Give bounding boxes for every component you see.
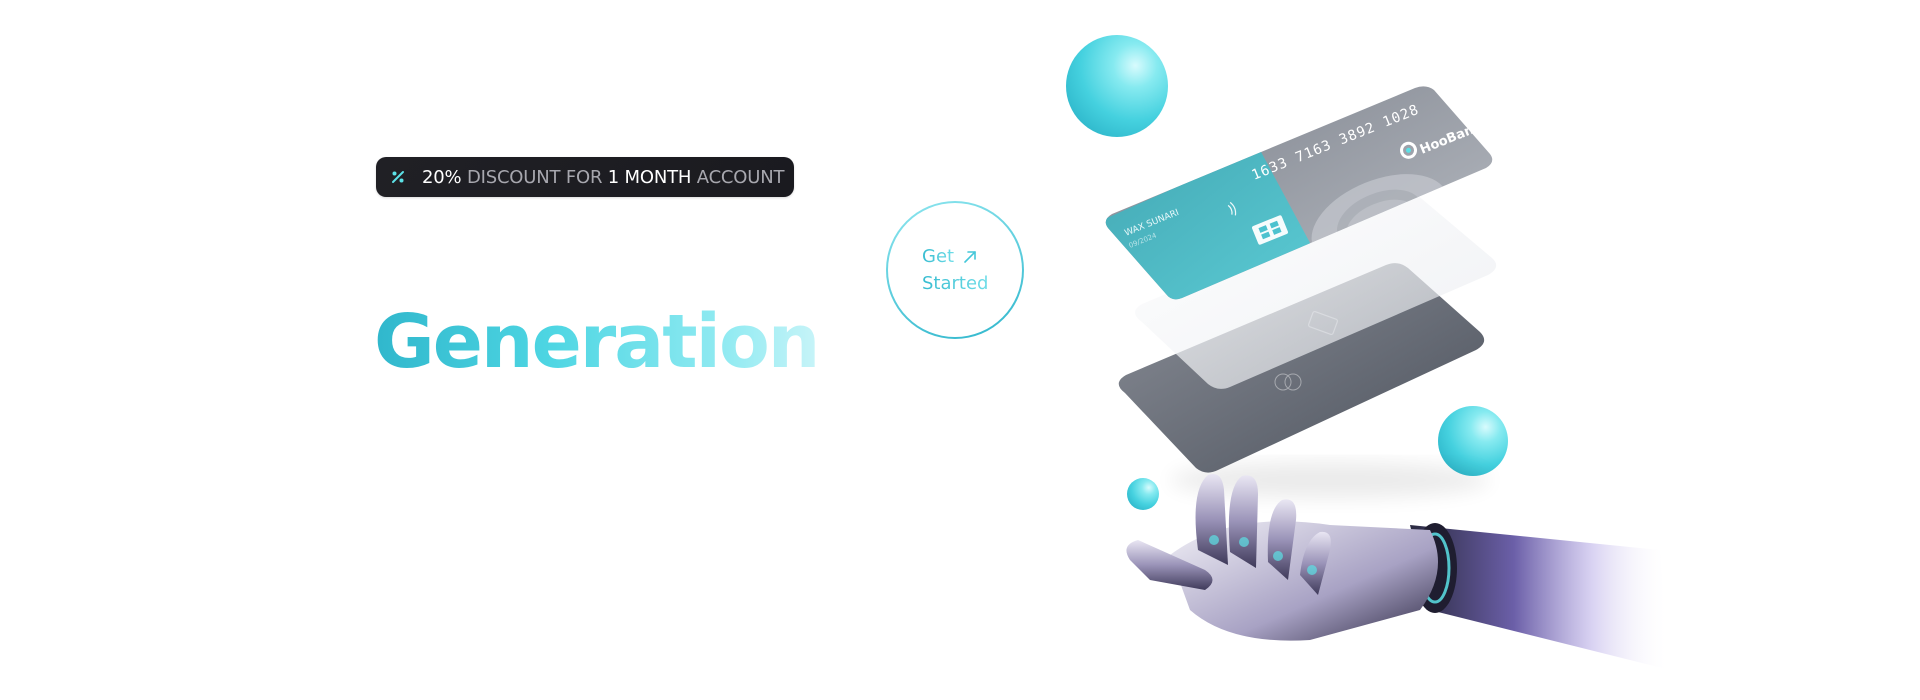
promo-text: 20% DISCOUNT FOR 1 MONTH ACCOUNT [422, 166, 785, 188]
card-stack-illustration: 1633 7163 3892 1028 HooBank WAX SUNARI 0… [1080, 60, 1640, 520]
promo-text-part-2: ACCOUNT [691, 166, 785, 188]
hero-section: 20% DISCOUNT FOR 1 MONTH ACCOUNT Generat… [0, 0, 1920, 700]
promo-badge: 20% DISCOUNT FOR 1 MONTH ACCOUNT [376, 157, 795, 197]
discount-icon [386, 165, 410, 189]
robot-hand-svg [1126, 474, 1670, 670]
get-started-inner: Get Started [888, 203, 1022, 337]
arrow-up-right-icon [964, 250, 976, 263]
get-started-line-2: Started [922, 270, 1022, 297]
robot-hand-illustration [1110, 470, 1670, 690]
get-started-label-2: Started [922, 270, 988, 297]
promo-percent: 20% [422, 166, 462, 188]
hero-headline: Generation [374, 299, 820, 385]
get-started-button[interactable]: Get Started [886, 201, 1024, 339]
promo-text-part-1: DISCOUNT FOR [461, 166, 608, 188]
get-started-label-1: Get [922, 243, 954, 270]
get-started-line-1: Get [922, 243, 1022, 270]
card-stack-svg: 1633 7163 3892 1028 HooBank WAX SUNARI 0… [1105, 86, 1497, 498]
promo-duration: 1 MONTH [607, 166, 692, 188]
